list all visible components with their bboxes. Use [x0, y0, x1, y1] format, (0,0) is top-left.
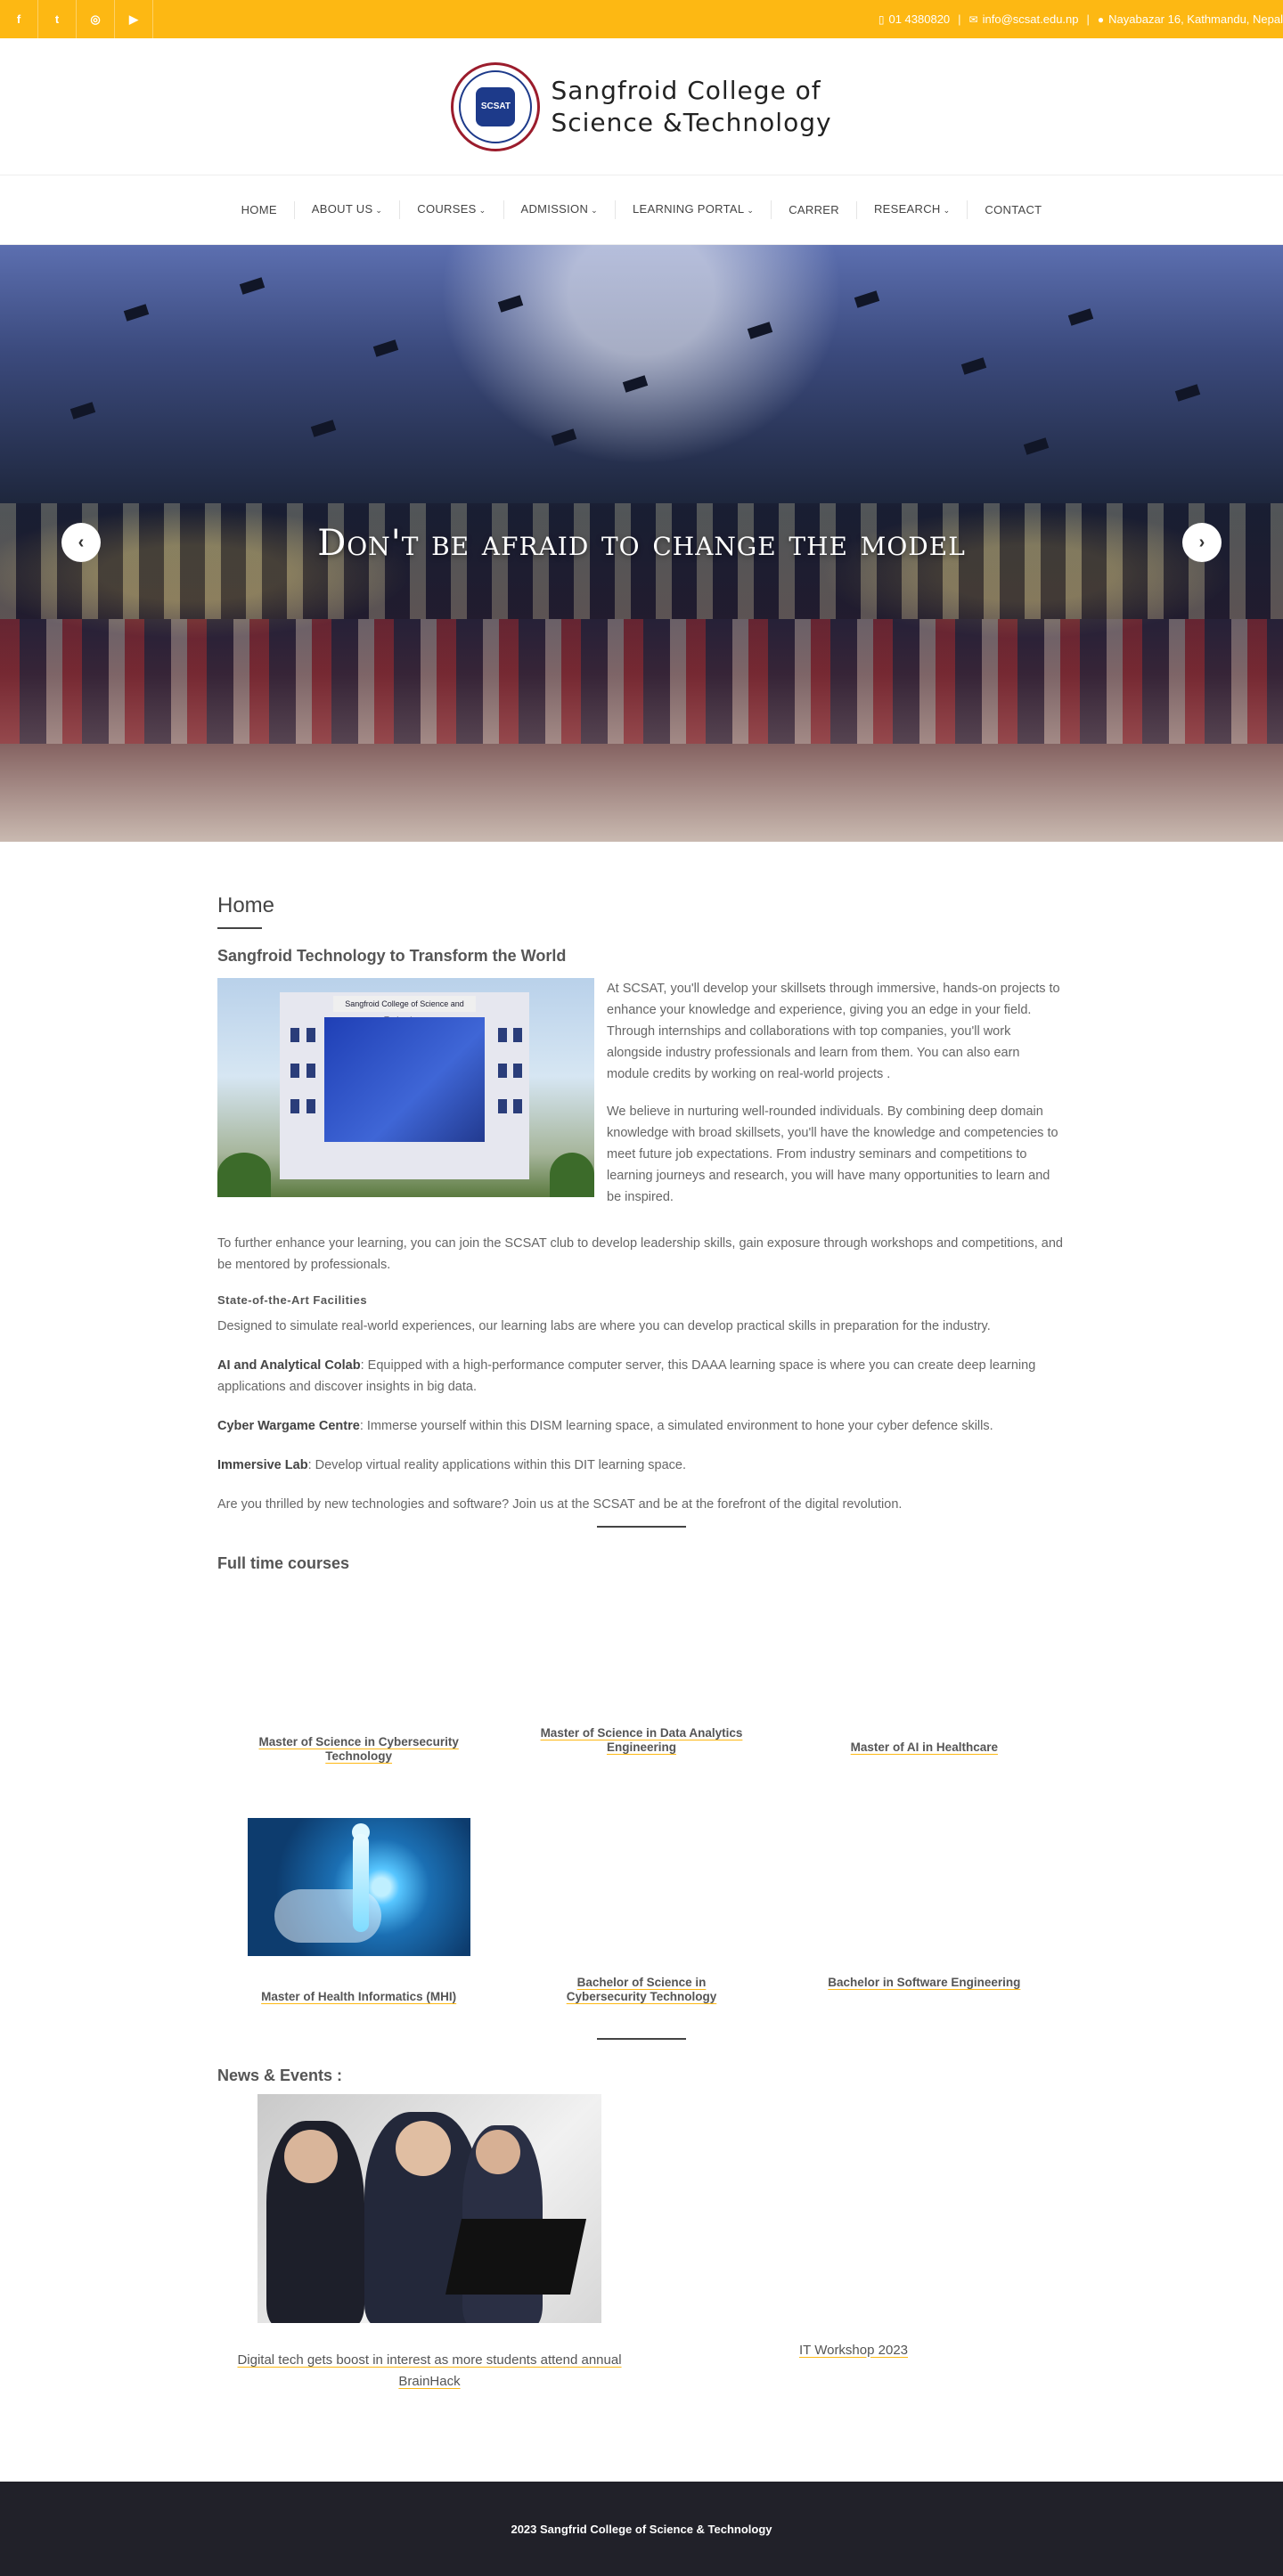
section-subtitle: Sangfroid Technology to Transform the Wo… — [217, 947, 567, 965]
news-item: IT Workshop 2023 — [642, 2094, 1066, 2393]
title-underline — [217, 927, 262, 929]
chevron-down-icon: ⌄ — [375, 206, 383, 215]
main-content: Home Sangfroid Technology to Transform t… — [217, 842, 1066, 2393]
brand-line-1: Sangfroid College of — [551, 75, 821, 105]
course-card: Master of Science in Cybersecurity Techn… — [217, 1584, 500, 1806]
course-card: Master of Science in Data Analytics Engi… — [500, 1584, 782, 1806]
hero-title: Don't be afraid to change the model — [317, 523, 966, 564]
intro-text: At SCSAT, you'll develop your skillsets … — [607, 978, 1066, 1224]
footer: 2023 Sangfrid College of Science & Techn… — [0, 2482, 1283, 2576]
nav-admission[interactable]: ADMISSION ⌄ — [504, 200, 616, 219]
news-link[interactable]: Digital tech gets boost in interest as m… — [225, 2350, 634, 2393]
news-heading: News & Events : — [217, 2067, 343, 2084]
nav-contact[interactable]: CONTACT — [968, 201, 1058, 219]
section-divider — [597, 1526, 686, 1528]
nav-learning-portal[interactable]: LEARNING PORTAL ⌄ — [616, 200, 772, 219]
course-link[interactable]: Bachelor in Software Engineering — [821, 1976, 1026, 1990]
nav-courses[interactable]: COURSES ⌄ — [400, 200, 504, 219]
course-link[interactable]: Master of Health Informatics (MHI) — [257, 1990, 462, 2004]
separator: | — [1086, 12, 1090, 26]
news-list: Digital tech gets boost in interest as m… — [217, 2094, 1066, 2393]
phone-number[interactable]: 01 4380820 — [888, 12, 950, 26]
facilities-heading: State-of-the-Art Facilities — [217, 1293, 368, 1307]
immersive-lab-paragraph: Immersive Lab: Develop virtual reality a… — [217, 1455, 1066, 1476]
chevron-right-icon: › — [1198, 532, 1205, 552]
twitter-icon[interactable]: t — [38, 0, 77, 38]
course-card: Bachelor in Software Engineering — [783, 1806, 1066, 2038]
nav-career[interactable]: CARRER — [772, 200, 857, 219]
contact-info: ▯ 01 4380820 | ✉ info@scsat.edu.np | ● N… — [878, 12, 1283, 26]
news-link[interactable]: IT Workshop 2023 — [799, 2340, 908, 2361]
cyber-lab-label: Cyber Wargame Centre — [217, 1419, 360, 1433]
college-seal-logo: SCSAT — [451, 61, 541, 151]
course-link[interactable]: Master of Science in Data Analytics Engi… — [539, 1726, 744, 1755]
chevron-down-icon: ⌄ — [943, 206, 951, 215]
instagram-icon[interactable]: ◎ — [77, 0, 115, 38]
main-nav: HOME ABOUT US ⌄ COURSES ⌄ ADMISSION ⌄ LEARN… — [0, 175, 1283, 245]
slider-next-button[interactable]: › — [1182, 523, 1222, 562]
course-card: Master of Health Informatics (MHI) — [217, 1806, 500, 2038]
course-card: Master of AI in Healthcare — [783, 1584, 1066, 1806]
nav-about-us[interactable]: ABOUT US ⌄ — [295, 200, 401, 219]
course-link[interactable]: Master of AI in Healthcare — [821, 1740, 1026, 1755]
ai-lab-paragraph: AI and Analytical Colab: Equipped with a… — [217, 1355, 1066, 1398]
course-link[interactable]: Bachelor of Science in Cybersecurity Tec… — [539, 1976, 744, 2004]
page-title: Home — [217, 893, 275, 917]
nav-research[interactable]: RESEARCH ⌄ — [857, 200, 968, 219]
closing-paragraph: Are you thrilled by new technologies and… — [217, 1497, 903, 1512]
college-building-image: Sangfroid College of Science and Technol… — [217, 978, 594, 1197]
youtube-icon[interactable]: ▶ — [115, 0, 153, 38]
brand-name: Sangfroid College of Science &Technology — [551, 75, 831, 139]
building-sign: Sangfroid College of Science and Technol… — [333, 996, 476, 1024]
top-bar: f t ◎ ▶ ▯ 01 4380820 | ✉ info@scsat.edu.… — [0, 0, 1283, 38]
social-links: f t ◎ ▶ — [0, 0, 153, 38]
course-card: Bachelor of Science in Cybersecurity Tec… — [500, 1806, 782, 2038]
chevron-left-icon: ‹ — [78, 532, 85, 552]
chevron-down-icon: ⌄ — [478, 206, 486, 215]
mail-icon: ✉ — [968, 12, 978, 26]
slider-prev-button[interactable]: ‹ — [61, 523, 101, 562]
brand-logo-link[interactable]: SCSAT Sangfroid College of Science &Tech… — [451, 61, 831, 151]
address-text: Nayabazar 16, Kathmandu, Nepal — [1108, 12, 1283, 26]
intro-block: Sangfroid College of Science and Technol… — [217, 978, 1066, 1224]
email-link[interactable]: info@scsat.edu.np — [983, 12, 1079, 26]
copyright-text: 2023 Sangfrid College of Science & Techn… — [511, 2522, 772, 2536]
facilities-paragraph: Designed to simulate real-world experien… — [217, 1319, 991, 1333]
chevron-down-icon: ⌄ — [591, 206, 598, 215]
courses-grid: Master of Science in Cybersecurity Techn… — [217, 1584, 1066, 2038]
chevron-down-icon: ⌄ — [747, 206, 755, 215]
nav-home[interactable]: HOME — [225, 200, 295, 219]
immersive-lab-label: Immersive Lab — [217, 1458, 308, 1472]
ai-lab-label: AI and Analytical Colab — [217, 1358, 361, 1373]
brainhack-photo[interactable] — [257, 2094, 601, 2323]
phone-icon: ▯ — [878, 12, 885, 26]
logo-header: SCSAT Sangfroid College of Science &Tech… — [0, 38, 1283, 175]
brand-line-2: Science &Technology — [551, 107, 832, 137]
course-link[interactable]: Master of Science in Cybersecurity Techn… — [257, 1735, 462, 1764]
location-pin-icon: ● — [1097, 12, 1105, 26]
cyber-lab-paragraph: Cyber Wargame Centre: Immerse yourself w… — [217, 1415, 1066, 1437]
intro-paragraph: At SCSAT, you'll develop your skillsets … — [607, 982, 1060, 1081]
club-paragraph: To further enhance your learning, you ca… — [217, 1236, 1063, 1272]
intro-paragraph: We believe in nurturing well-rounded ind… — [607, 1105, 1058, 1204]
cyber-lab-text: : Immerse yourself within this DISM lear… — [359, 1419, 993, 1433]
health-informatics-image[interactable] — [247, 1818, 470, 1956]
immersive-lab-text: : Develop virtual reality applications w… — [307, 1458, 687, 1472]
separator: | — [958, 12, 961, 26]
hero-slider: Don't be afraid to change the model ‹ › — [0, 245, 1283, 842]
section-divider — [597, 2038, 686, 2040]
news-item: Digital tech gets boost in interest as m… — [217, 2094, 642, 2393]
courses-heading: Full time courses — [217, 1554, 350, 1572]
facebook-icon[interactable]: f — [0, 0, 38, 38]
